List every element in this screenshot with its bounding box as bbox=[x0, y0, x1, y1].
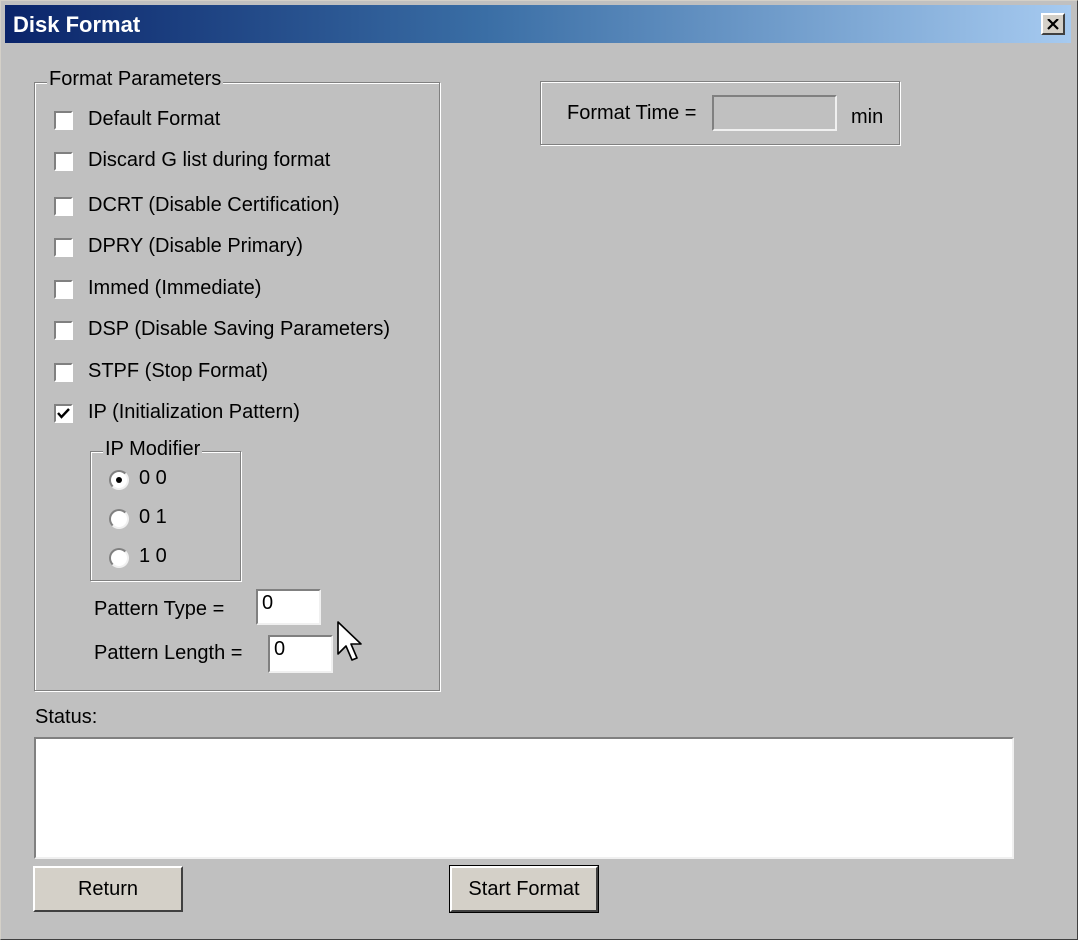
pattern-length-label: Pattern Length = bbox=[94, 642, 243, 664]
dsp-label: DSP (Disable Saving Parameters) bbox=[88, 318, 390, 340]
dcrt-checkbox[interactable] bbox=[54, 197, 73, 216]
ip-modifier-00-label: 0 0 bbox=[139, 467, 167, 489]
ip-modifier-01-label: 0 1 bbox=[139, 506, 167, 528]
close-button[interactable] bbox=[1041, 13, 1065, 35]
pattern-type-label: Pattern Type = bbox=[94, 598, 225, 620]
immed-checkbox[interactable] bbox=[54, 280, 73, 299]
ip-modifier-00-radio[interactable] bbox=[109, 470, 129, 490]
format-time-field bbox=[712, 95, 837, 131]
checkmark-icon bbox=[57, 408, 70, 419]
discard-glist-checkbox[interactable] bbox=[54, 152, 73, 171]
title-bar[interactable]: Disk Format bbox=[5, 5, 1071, 43]
return-button[interactable]: Return bbox=[33, 866, 183, 912]
disk-format-dialog: Disk Format Format Parameters Default Fo… bbox=[0, 0, 1078, 940]
mouse-pointer-icon bbox=[337, 621, 362, 661]
stpf-checkbox[interactable] bbox=[54, 363, 73, 382]
radio-selected-dot bbox=[116, 477, 122, 483]
dcrt-label: DCRT (Disable Certification) bbox=[88, 194, 340, 216]
ip-modifier-legend: IP Modifier bbox=[103, 438, 203, 461]
pattern-length-input[interactable]: 0 bbox=[268, 635, 333, 673]
format-time-unit: min bbox=[851, 106, 884, 128]
status-label: Status: bbox=[35, 706, 98, 728]
ip-modifier-10-radio[interactable] bbox=[109, 548, 129, 568]
default-format-checkbox[interactable] bbox=[54, 111, 73, 130]
window-title: Disk Format bbox=[13, 12, 141, 37]
close-icon bbox=[1047, 18, 1059, 30]
discard-glist-label: Discard G list during format bbox=[88, 149, 331, 171]
format-time-label: Format Time = bbox=[567, 102, 697, 124]
stpf-label: STPF (Stop Format) bbox=[88, 360, 269, 382]
start-format-button[interactable]: Start Format bbox=[449, 865, 599, 913]
default-format-label: Default Format bbox=[88, 108, 221, 130]
immed-label: Immed (Immediate) bbox=[88, 277, 262, 299]
ip-checkbox[interactable] bbox=[54, 404, 73, 423]
dsp-checkbox[interactable] bbox=[54, 321, 73, 340]
ip-modifier-01-radio[interactable] bbox=[109, 509, 129, 529]
ip-label: IP (Initialization Pattern) bbox=[88, 401, 300, 423]
ip-modifier-10-label: 1 0 bbox=[139, 545, 167, 567]
dpry-checkbox[interactable] bbox=[54, 238, 73, 257]
format-parameters-legend: Format Parameters bbox=[47, 68, 224, 91]
pattern-type-input[interactable]: 0 bbox=[256, 589, 321, 625]
dpry-label: DPRY (Disable Primary) bbox=[88, 235, 303, 257]
status-textarea[interactable] bbox=[34, 737, 1014, 859]
